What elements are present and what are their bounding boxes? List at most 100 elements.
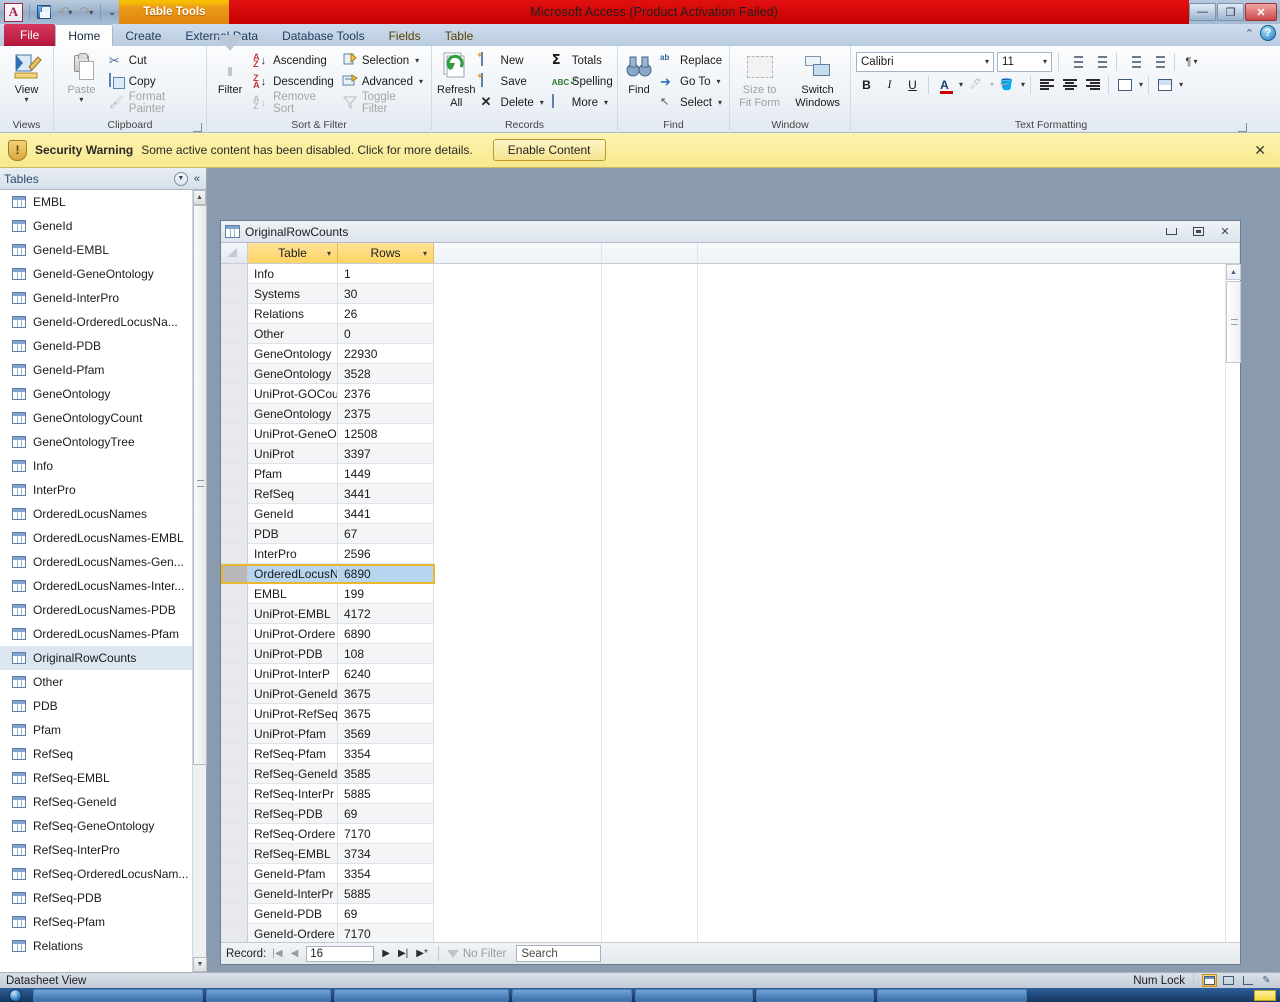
cell-rows[interactable]: 3441 bbox=[338, 504, 434, 524]
pivottable-view-button[interactable] bbox=[1221, 974, 1236, 987]
cell-table[interactable]: UniProt-Ordere bbox=[248, 624, 338, 644]
table-row[interactable]: UniProt-GeneId 3675 bbox=[221, 684, 1225, 704]
font-size-combo[interactable]: 11 ▾ bbox=[997, 51, 1052, 72]
replace-button[interactable]: ab Replace bbox=[657, 50, 725, 71]
cell-table[interactable]: UniProt-GOCou bbox=[248, 384, 338, 404]
row-selector[interactable] bbox=[221, 684, 248, 704]
table-row[interactable]: RefSeq-GeneId 3585 bbox=[221, 764, 1225, 784]
cell-table[interactable]: GeneId-PDB bbox=[248, 904, 338, 924]
sidebar-item-interpro[interactable]: InterPro bbox=[0, 478, 192, 502]
find-button[interactable]: Find bbox=[623, 48, 655, 96]
table-row[interactable]: UniProt-Pfam 3569 bbox=[221, 724, 1225, 744]
bold-button[interactable]: B bbox=[856, 74, 877, 95]
table-row[interactable]: UniProt-EMBL 4172 bbox=[221, 604, 1225, 624]
row-selector[interactable] bbox=[221, 864, 248, 884]
table-row[interactable]: UniProt 3397 bbox=[221, 444, 1225, 464]
filter-button[interactable]: Filter bbox=[212, 35, 248, 96]
cell-rows[interactable]: 26 bbox=[338, 304, 434, 324]
view-button[interactable]: View ▾ bbox=[5, 48, 48, 104]
table-row[interactable]: GeneOntology 3528 bbox=[221, 364, 1225, 384]
cell-table[interactable]: EMBL bbox=[248, 584, 338, 604]
cell-table[interactable]: GeneId-InterPr bbox=[248, 884, 338, 904]
cell-rows[interactable]: 22930 bbox=[338, 344, 434, 364]
cell-table[interactable]: Relations bbox=[248, 304, 338, 324]
taskbar-item-3[interactable] bbox=[334, 988, 509, 1002]
new-record-button[interactable]: New bbox=[478, 50, 547, 71]
cell-table[interactable]: UniProt-GeneId bbox=[248, 684, 338, 704]
cell-table[interactable]: InterPro bbox=[248, 544, 338, 564]
tab-file[interactable]: File bbox=[4, 24, 56, 46]
save-record-button[interactable]: Save bbox=[478, 71, 547, 92]
cell-rows[interactable]: 3675 bbox=[338, 704, 434, 724]
text-formatting-dialog-launcher[interactable] bbox=[1238, 123, 1247, 132]
row-selector[interactable] bbox=[221, 604, 248, 624]
cell-table[interactable]: UniProt-EMBL bbox=[248, 604, 338, 624]
table-row[interactable]: Pfam 1449 bbox=[221, 464, 1225, 484]
new-record-button[interactable]: ▶* bbox=[414, 948, 430, 959]
align-right-button[interactable] bbox=[1082, 74, 1103, 95]
enable-content-button[interactable]: Enable Content bbox=[492, 139, 606, 161]
row-selector[interactable] bbox=[221, 804, 248, 824]
last-record-button[interactable]: ▶| bbox=[396, 948, 410, 959]
row-selector[interactable] bbox=[221, 844, 248, 864]
help-icon[interactable]: ? bbox=[1260, 25, 1276, 41]
cell-rows[interactable]: 1449 bbox=[338, 464, 434, 484]
sidebar-item-geneid[interactable]: GeneId bbox=[0, 214, 192, 238]
cell-rows[interactable]: 108 bbox=[338, 644, 434, 664]
text-direction-button[interactable]: ¶ ▾ bbox=[1181, 51, 1202, 72]
column-header-rows[interactable]: Rows ▾ bbox=[338, 243, 434, 263]
taskbar-item-2[interactable] bbox=[206, 988, 331, 1002]
gridlines-button[interactable] bbox=[1114, 74, 1135, 95]
table-row[interactable]: Relations 26 bbox=[221, 304, 1225, 324]
gridlines-caret-icon[interactable]: ▾ bbox=[1139, 80, 1143, 89]
sidebar-item-relations[interactable]: Relations bbox=[0, 934, 192, 958]
table-row[interactable]: RefSeq-EMBL 3734 bbox=[221, 844, 1225, 864]
row-selector[interactable] bbox=[221, 264, 248, 284]
cell-rows[interactable]: 0 bbox=[338, 324, 434, 344]
refresh-all-button[interactable]: Refresh All bbox=[437, 48, 476, 109]
sidebar-item-geneid-pdb[interactable]: GeneId-PDB bbox=[0, 334, 192, 358]
access-logo-icon[interactable]: A bbox=[4, 2, 23, 22]
remove-sort-button[interactable]: A Z ↓ Remove Sort bbox=[250, 91, 337, 115]
tab-home[interactable]: Home bbox=[55, 24, 114, 46]
chevron-down-icon[interactable]: ▾ bbox=[327, 249, 331, 258]
datasheet-view-button[interactable] bbox=[1202, 974, 1217, 987]
cell-table[interactable]: GeneId bbox=[248, 504, 338, 524]
table-row[interactable]: GeneId-Pfam 3354 bbox=[221, 864, 1225, 884]
table-row[interactable]: UniProt-RefSeq 3675 bbox=[221, 704, 1225, 724]
document-restore-button[interactable] bbox=[1187, 224, 1209, 240]
row-selector[interactable] bbox=[221, 704, 248, 724]
design-view-button[interactable]: ✎ bbox=[1259, 974, 1274, 987]
sidebar-item-refseq-pdb[interactable]: RefSeq-PDB bbox=[0, 886, 192, 910]
toggle-filter-button[interactable]: Toggle Filter bbox=[339, 91, 426, 115]
search-input[interactable]: Search bbox=[516, 945, 602, 962]
cell-table[interactable]: UniProt-GeneO bbox=[248, 424, 338, 444]
window-minimize-button[interactable]: — bbox=[1189, 3, 1216, 21]
cell-rows[interactable]: 199 bbox=[338, 584, 434, 604]
navigation-pane-scrollbar[interactable]: ▲ ▼ bbox=[192, 190, 207, 972]
cell-table[interactable]: Pfam bbox=[248, 464, 338, 484]
pivotchart-view-button[interactable] bbox=[1240, 974, 1255, 987]
cell-rows[interactable]: 3734 bbox=[338, 844, 434, 864]
sidebar-item-geneid-orderedlocusna[interactable]: GeneId-OrderedLocusNa... bbox=[0, 310, 192, 334]
highlight-caret-icon[interactable]: ▾ bbox=[990, 80, 994, 89]
taskbar-item-6[interactable] bbox=[756, 988, 874, 1002]
sidebar-item-refseq[interactable]: RefSeq bbox=[0, 742, 192, 766]
sidebar-item-refseq-embl[interactable]: RefSeq-EMBL bbox=[0, 766, 192, 790]
cell-rows[interactable]: 3354 bbox=[338, 864, 434, 884]
sidebar-item-orderedlocusnames-pdb[interactable]: OrderedLocusNames-PDB bbox=[0, 598, 192, 622]
cell-table[interactable]: RefSeq-Pfam bbox=[248, 744, 338, 764]
table-row[interactable]: RefSeq-PDB 69 bbox=[221, 804, 1225, 824]
font-color-caret-icon[interactable]: ▾ bbox=[959, 80, 963, 89]
align-left-button[interactable] bbox=[1036, 74, 1057, 95]
row-selector[interactable] bbox=[221, 524, 248, 544]
cell-rows[interactable]: 3441 bbox=[338, 484, 434, 504]
collapse-ribbon-icon[interactable]: ⌃ bbox=[1245, 27, 1254, 40]
sidebar-item-orderedlocusnames-pfam[interactable]: OrderedLocusNames-Pfam bbox=[0, 622, 192, 646]
tab-table[interactable]: Table bbox=[433, 25, 486, 46]
tab-fields[interactable]: Fields bbox=[377, 25, 433, 46]
row-selector[interactable] bbox=[221, 624, 248, 644]
sidebar-item-geneontologytree[interactable]: GeneOntologyTree bbox=[0, 430, 192, 454]
table-row[interactable]: UniProt-Ordere 6890 bbox=[221, 624, 1225, 644]
sidebar-item-refseq-geneid[interactable]: RefSeq-GeneId bbox=[0, 790, 192, 814]
